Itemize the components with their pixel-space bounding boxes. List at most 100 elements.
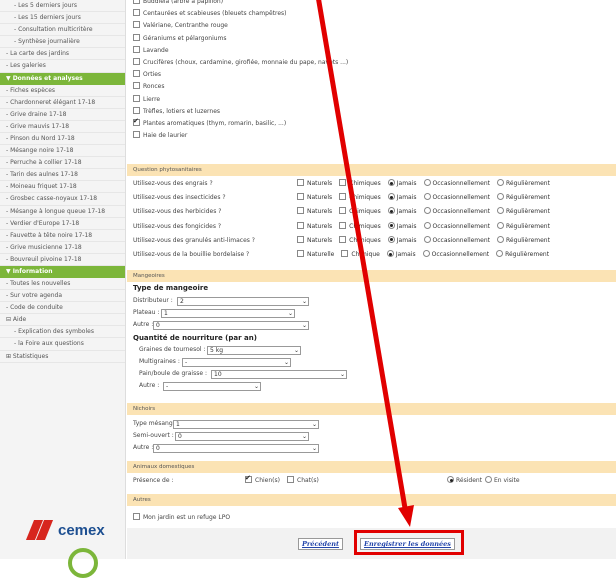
phyto-frequency-option[interactable]: Occasionnellement — [423, 193, 490, 201]
phyto-radio[interactable] — [497, 193, 504, 201]
sidebar-species-item-6[interactable]: - Perruche à collier 17-18 — [0, 157, 125, 170]
sidebar-info-item-6[interactable]: ⊞ Statistiques — [0, 351, 125, 363]
phyto-checkbox-option[interactable]: Chimiques — [339, 207, 381, 215]
phyto-checkbox[interactable] — [341, 250, 349, 257]
sidebar-species-item-12[interactable]: - Fauvette à tête noire 17-18 — [0, 230, 125, 242]
pain-select[interactable]: 10 ⌄ — [211, 370, 347, 379]
previous-button[interactable]: Précédent — [298, 538, 343, 550]
phyto-checkbox[interactable] — [297, 179, 304, 186]
chiens-checkbox[interactable] — [245, 474, 252, 483]
semi-ouvert-select[interactable]: 0 ⌄ — [175, 432, 309, 441]
plant-option[interactable]: Haie de laurier — [133, 131, 187, 139]
phyto-checkbox[interactable] — [297, 221, 304, 229]
distributeur-select[interactable]: 2 ⌄ — [177, 297, 309, 306]
sidebar-section-information[interactable]: ▼ Information — [0, 265, 125, 278]
plant-checkbox[interactable] — [133, 82, 140, 90]
plant-checkbox[interactable] — [133, 131, 140, 139]
phyto-checkbox[interactable] — [339, 221, 347, 229]
chats-checkbox[interactable] — [287, 476, 294, 483]
phyto-checkbox[interactable] — [339, 235, 347, 243]
phyto-radio[interactable] — [386, 250, 394, 257]
plant-checkbox[interactable] — [133, 9, 140, 17]
phyto-radio[interactable] — [496, 250, 504, 257]
plant-checkbox[interactable] — [133, 106, 140, 114]
multigraines-select[interactable]: - ⌄ — [182, 358, 291, 367]
phyto-checkbox-option[interactable]: Chimiques — [339, 193, 381, 201]
sidebar-species-item-3[interactable]: - Grive mauvis 17-18 — [0, 121, 125, 133]
sidebar-info-item-3[interactable]: ⊟ Aide — [0, 314, 125, 327]
sidebar-item-3[interactable]: - Synthèse journalière — [0, 36, 125, 49]
graines-select[interactable]: 5 kg ⌄ — [207, 346, 301, 355]
phyto-frequency-option[interactable]: Jamais — [386, 250, 416, 258]
plant-option[interactable]: Crucifères (choux, cardamine, girofiée, … — [133, 58, 348, 66]
mesange-select[interactable]: 1 ⌄ — [173, 420, 319, 429]
phyto-checkbox-option[interactable]: Naturels — [297, 179, 332, 187]
phyto-radio[interactable] — [423, 193, 431, 201]
plant-option[interactable]: Trèfles, lotiers et luzernes — [133, 106, 220, 115]
refuge-checkbox[interactable] — [133, 513, 140, 520]
plant-checkbox[interactable] — [133, 58, 140, 65]
sidebar-item-4[interactable]: - La carte des jardins — [0, 48, 125, 61]
visite-radio[interactable] — [485, 476, 492, 483]
resident-option[interactable]: Résident — [447, 476, 482, 484]
phyto-frequency-option[interactable]: Jamais — [387, 221, 417, 230]
phyto-frequency-option[interactable]: Jamais — [387, 235, 417, 244]
phyto-checkbox[interactable] — [297, 207, 304, 215]
sidebar-species-item-2[interactable]: - Grive draine 17-18 — [0, 109, 125, 121]
phyto-checkbox-option[interactable]: Chimiques — [339, 179, 381, 187]
sidebar-species-item-5[interactable]: - Mésange noire 17-18 — [0, 145, 125, 158]
phyto-frequency-option[interactable]: Régulièrement — [497, 235, 550, 244]
plant-option[interactable]: Plantes aromatiques (thym, romarin, basi… — [133, 117, 286, 127]
chiens-option[interactable]: Chien(s) — [245, 474, 280, 484]
plant-option[interactable]: Ronces — [133, 82, 165, 90]
phyto-frequency-option[interactable]: Occasionnellement — [422, 250, 489, 258]
phyto-radio[interactable] — [387, 221, 395, 229]
sidebar-info-item-5[interactable]: - la Foire aux questions — [0, 338, 125, 351]
phyto-radio[interactable] — [387, 235, 395, 243]
phyto-checkbox[interactable] — [297, 250, 304, 257]
sidebar-section-donnees[interactable]: ▼ Données et analyses — [0, 72, 125, 85]
plant-option[interactable]: Lavande — [133, 45, 169, 54]
plant-option[interactable]: Centaurées et scabieuses (bleuets champê… — [133, 9, 287, 17]
autre-nourriture-select[interactable]: - ⌄ — [163, 382, 261, 391]
plant-checkbox[interactable] — [133, 94, 140, 102]
visite-option[interactable]: En visite — [485, 476, 520, 484]
phyto-radio[interactable] — [423, 207, 431, 215]
autre-mangeoire-select[interactable]: 0 ⌄ — [153, 321, 309, 330]
phyto-radio[interactable] — [497, 179, 504, 186]
refuge-option[interactable]: Mon jardin est un refuge LPO — [133, 513, 230, 521]
resident-radio[interactable] — [447, 476, 454, 483]
phyto-radio[interactable] — [497, 235, 504, 243]
sidebar-species-item-8[interactable]: - Moineau friquet 17-18 — [0, 181, 125, 194]
autre-nichoir-select[interactable]: 0 ⌄ — [153, 444, 319, 453]
phyto-frequency-option[interactable]: Régulièrement — [497, 221, 550, 230]
phyto-checkbox-option[interactable]: Chimiques — [339, 235, 381, 244]
plant-option[interactable]: Valériane, Centranthe rouge — [133, 21, 228, 29]
plant-checkbox[interactable] — [133, 21, 140, 29]
phyto-frequency-option[interactable]: Jamais — [387, 179, 417, 187]
sidebar-info-item-1[interactable]: - Sur votre agenda — [0, 290, 125, 303]
sidebar-info-item-2[interactable]: - Code de conduite — [0, 302, 125, 315]
phyto-radio[interactable] — [422, 250, 430, 257]
sidebar-species-item-11[interactable]: - Verdier d'Europe 17-18 — [0, 218, 125, 230]
phyto-checkbox-option[interactable]: Chimique — [341, 250, 380, 258]
phyto-checkbox-option[interactable]: Naturels — [297, 221, 332, 230]
sidebar-item-2[interactable]: - Consultation multicritère — [0, 24, 125, 37]
plant-option[interactable]: Lierre — [133, 94, 160, 103]
sidebar-species-item-10[interactable]: - Mésange à longue queue 17-18 — [0, 206, 125, 218]
phyto-checkbox-option[interactable]: Naturelle — [297, 250, 334, 258]
sidebar-info-item-4[interactable]: - Explication des symboles — [0, 326, 125, 339]
phyto-frequency-option[interactable]: Régulièrement — [496, 250, 549, 258]
phyto-frequency-option[interactable]: Régulièrement — [497, 193, 550, 201]
sidebar-species-item-4[interactable]: - Pinson du Nord 17-18 — [0, 133, 125, 146]
phyto-frequency-option[interactable]: Occasionnellement — [423, 221, 490, 230]
sidebar-species-item-7[interactable]: - Tarin des aulnes 17-18 — [0, 169, 125, 182]
plant-checkbox[interactable] — [133, 117, 140, 126]
sidebar-species-item-13[interactable]: - Grive musicienne 17-18 — [0, 242, 125, 254]
phyto-radio[interactable] — [423, 179, 431, 186]
plant-checkbox[interactable] — [133, 45, 140, 53]
phyto-frequency-option[interactable]: Occasionnellement — [423, 207, 490, 215]
phyto-checkbox[interactable] — [339, 179, 347, 186]
plant-checkbox[interactable] — [133, 33, 140, 41]
phyto-frequency-option[interactable]: Régulièrement — [497, 207, 550, 215]
